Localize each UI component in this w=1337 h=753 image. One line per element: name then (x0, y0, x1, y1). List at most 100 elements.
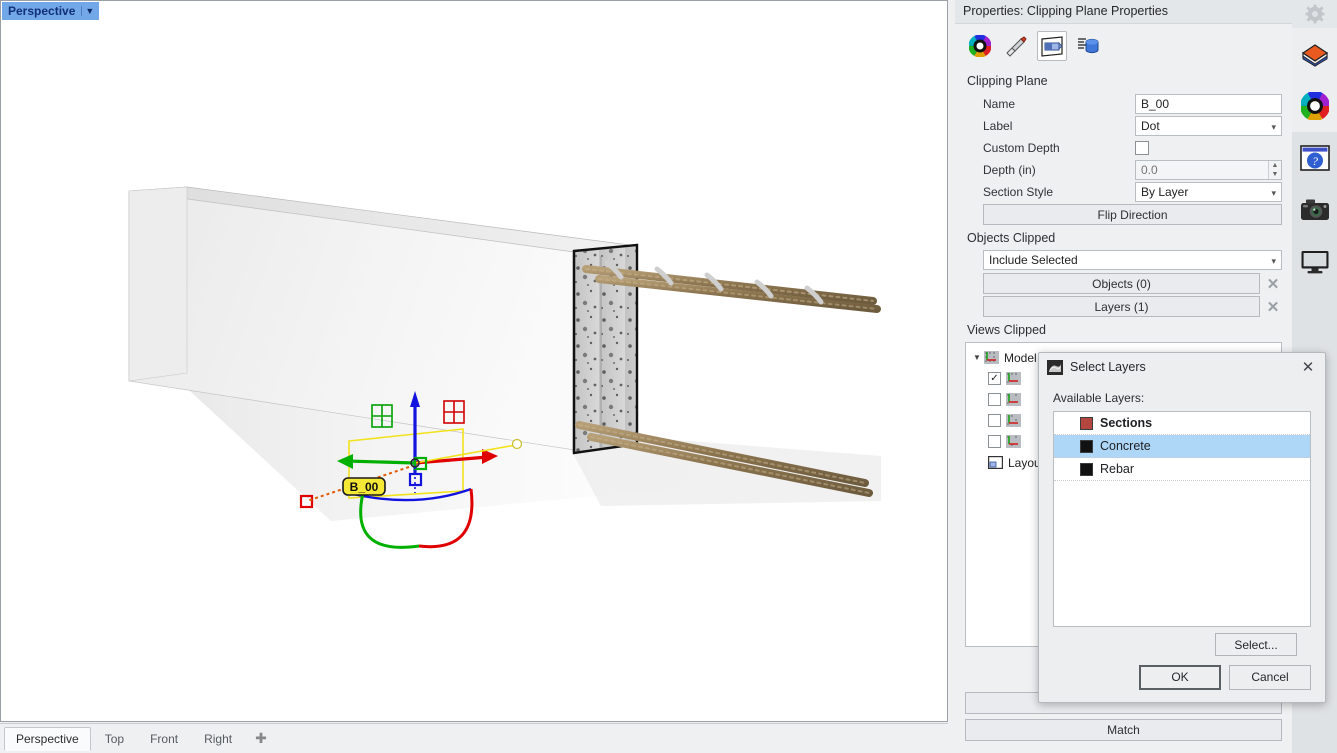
custom-depth-checkbox[interactable] (1135, 141, 1149, 155)
objects-clipped-mode-dropdown[interactable]: Include Selected (983, 250, 1282, 270)
objects-button-label: Objects (0) (1092, 277, 1151, 291)
objects-button[interactable]: Objects (0) (983, 273, 1260, 294)
layer-color-swatch (1080, 417, 1093, 430)
view-checkbox-3[interactable] (988, 414, 1001, 427)
label-dropdown[interactable]: Dot (1135, 116, 1282, 136)
layers-button[interactable]: Layers (1) (983, 296, 1260, 317)
available-layers-list[interactable]: Sections Concrete Rebar (1053, 411, 1311, 627)
close-icon[interactable]: ✕ (1297, 358, 1319, 376)
panel-toolbar[interactable] (955, 24, 1292, 68)
section-style-value: By Layer (1141, 185, 1188, 199)
match-button[interactable]: Match (965, 719, 1282, 741)
clear-layers-x-icon[interactable]: ✕ (1264, 297, 1282, 317)
viewport-tab-perspective[interactable]: Perspective (4, 727, 91, 751)
dialog-title-label: Select Layers (1070, 360, 1297, 374)
depth-input[interactable] (1135, 160, 1282, 180)
dialog-actions: Select... (1053, 627, 1311, 656)
cancel-button[interactable]: Cancel (1229, 665, 1311, 690)
label-dropdown-value: Dot (1141, 119, 1160, 133)
viewport-tab-front[interactable]: Front (138, 727, 190, 751)
viewport-icon (1006, 435, 1021, 448)
objects-clipped-mode-value: Include Selected (989, 253, 1078, 267)
custom-depth-label: Custom Depth (965, 141, 1135, 155)
display-monitor-icon[interactable] (1292, 236, 1337, 288)
gumball-name-tag: B_00 (343, 478, 385, 495)
dialog-body: Available Layers: Sections Concrete Reba… (1039, 381, 1325, 656)
select-button-label: Select... (1234, 638, 1277, 652)
object-data-icon[interactable] (1073, 31, 1103, 61)
viewport-icon (1006, 372, 1021, 385)
viewport-tab-top[interactable]: Top (93, 727, 136, 751)
stepper-up-icon[interactable]: ▲ (1272, 162, 1279, 169)
objects-button-row: Objects (0) ✕ (983, 273, 1282, 294)
view-checkbox-4[interactable] (988, 435, 1001, 448)
layer-row-concrete[interactable]: Concrete (1054, 435, 1310, 458)
layout-icon (988, 456, 1003, 469)
layer-name-label: Rebar (1100, 462, 1134, 476)
view-checkbox-1[interactable]: ✓ (988, 372, 1001, 385)
layer-name-label: Concrete (1100, 439, 1151, 453)
viewport-tab-right[interactable]: Right (192, 727, 244, 751)
available-layers-label: Available Layers: (1053, 391, 1311, 405)
panel-title: Properties: Clipping Plane Properties (963, 4, 1168, 18)
color-wheel-icon[interactable] (965, 31, 995, 61)
name-input[interactable] (1135, 94, 1282, 114)
perspective-viewport[interactable]: B_00 Perspective ▼ (0, 0, 948, 722)
add-viewport-tab-icon[interactable]: ✚ (246, 727, 276, 750)
objects-clipped-group-title: Objects Clipped (967, 231, 1282, 245)
viewport-title-label: Perspective (8, 4, 75, 18)
section-style-row: Section Style By Layer (965, 181, 1282, 202)
color-wheel-icon[interactable] (1292, 80, 1337, 132)
stepper-down-icon[interactable]: ▼ (1272, 171, 1279, 178)
match-button-label: Match (1107, 723, 1140, 737)
tree-node-model-label: Model (1004, 351, 1037, 365)
rhino-application-window: B_00 Perspective ▼ Perspective Top Front… (0, 0, 1337, 753)
dialog-title-bar[interactable]: Select Layers ✕ (1039, 353, 1325, 381)
cancel-button-label: Cancel (1251, 670, 1288, 684)
viewport-icon (1006, 393, 1021, 406)
layer-row-sections[interactable]: Sections (1054, 412, 1310, 435)
model-icon (984, 351, 999, 364)
clipping-plane-icon[interactable] (1037, 31, 1067, 61)
section-style-label: Section Style (965, 185, 1135, 199)
gumball-label: B_00 (350, 480, 379, 494)
ok-button[interactable]: OK (1139, 665, 1221, 690)
name-label: Name (965, 97, 1135, 111)
views-clipped-group-title: Views Clipped (967, 323, 1282, 337)
custom-depth-row: Custom Depth (965, 137, 1282, 158)
depth-label: Depth (in) (965, 163, 1135, 177)
help-icon[interactable]: ? (1292, 132, 1337, 184)
section-style-dropdown[interactable]: By Layer (1135, 182, 1282, 202)
ok-button-label: OK (1171, 670, 1188, 684)
flip-direction-button[interactable]: Flip Direction (983, 204, 1282, 225)
layer-color-swatch (1080, 440, 1093, 453)
flip-direction-label: Flip Direction (1097, 208, 1167, 222)
viewport-tab-bar[interactable]: Perspective Top Front Right ✚ (0, 723, 948, 753)
camera-render-icon[interactable] (1292, 184, 1337, 236)
gear-icon[interactable] (1292, 0, 1337, 28)
layers-button-label: Layers (1) (1094, 300, 1148, 314)
viewport-icon (1006, 414, 1021, 427)
viewport-3d-scene[interactable]: B_00 (1, 1, 947, 721)
layer-row-rebar[interactable]: Rebar (1054, 458, 1310, 481)
clipping-plane-group-title: Clipping Plane (967, 74, 1282, 88)
view-checkbox-2[interactable] (988, 393, 1001, 406)
layer-color-swatch (1080, 463, 1093, 476)
select-layers-dialog[interactable]: Select Layers ✕ Available Layers: Sectio… (1038, 352, 1326, 703)
properties-layers-icon[interactable] (1292, 28, 1337, 80)
label-row: Label Dot (965, 115, 1282, 136)
clear-objects-x-icon[interactable]: ✕ (1264, 274, 1282, 294)
label-label: Label (965, 119, 1135, 133)
chevron-down-icon[interactable]: ▼ (81, 6, 97, 16)
depth-row: Depth (in) ▲ ▼ (965, 159, 1282, 180)
svg-text:?: ? (1312, 154, 1318, 168)
dialog-footer: OK Cancel (1039, 656, 1325, 702)
depth-stepper[interactable]: ▲ ▼ (1268, 161, 1281, 179)
panel-header: Properties: Clipping Plane Properties (955, 0, 1292, 24)
collapse-triangle-icon[interactable]: ▼ (970, 353, 984, 362)
material-brush-icon[interactable] (1001, 31, 1031, 61)
select-button[interactable]: Select... (1215, 633, 1297, 656)
viewport-title-menu[interactable]: Perspective ▼ (2, 2, 99, 20)
layers-button-row: Layers (1) ✕ (983, 296, 1282, 317)
name-row: Name (965, 93, 1282, 114)
